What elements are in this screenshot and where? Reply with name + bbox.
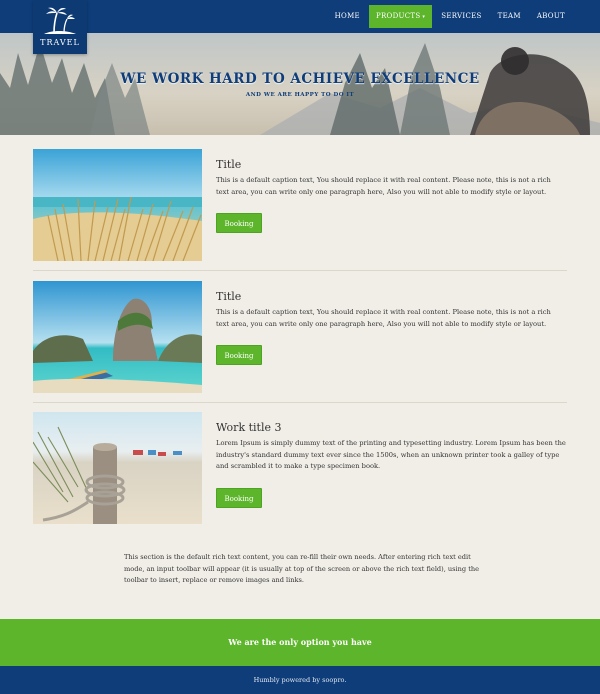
card-2: Title This is a default caption text, Yo… bbox=[33, 281, 567, 393]
hero-banner: WE WORK HARD TO ACHIEVE EXCELLENCE AND W… bbox=[0, 33, 600, 135]
logo-text: TRAVEL bbox=[40, 38, 80, 47]
main-nav: HOME PRODUCTS ▾ SERVICES TEAM ABOUT bbox=[326, 5, 572, 28]
footer-text: Humbly powered by soopro. bbox=[253, 676, 347, 684]
brand-logo[interactable]: TRAVEL bbox=[33, 0, 87, 54]
footer: Humbly powered by soopro. bbox=[0, 666, 600, 694]
card-title: Work title 3 bbox=[216, 421, 282, 434]
nav-item-services[interactable]: SERVICES bbox=[434, 5, 488, 28]
card-description: This is a default caption text, You shou… bbox=[216, 308, 551, 328]
card-title: Title bbox=[216, 290, 242, 303]
chevron-down-icon: ▾ bbox=[422, 14, 426, 20]
palm-tree-island-icon bbox=[44, 7, 76, 34]
divider bbox=[33, 402, 567, 403]
nav-item-products[interactable]: PRODUCTS ▾ bbox=[368, 5, 433, 28]
rich-text-section: This section is the default rich text co… bbox=[124, 553, 480, 585]
tropical-lagoon-photo bbox=[33, 281, 202, 393]
nav-item-about[interactable]: ABOUT bbox=[530, 5, 572, 28]
tagline-band: We are the only option you have bbox=[0, 619, 600, 666]
nav-item-home[interactable]: HOME bbox=[328, 5, 367, 28]
nav-item-team[interactable]: TEAM bbox=[491, 5, 528, 28]
hero-title: WE WORK HARD TO ACHIEVE EXCELLENCE bbox=[120, 71, 480, 87]
card-1: Title This is a default caption text, Yo… bbox=[33, 149, 567, 261]
nav-item-services-label: SERVICES bbox=[441, 12, 482, 20]
booking-button[interactable]: Booking bbox=[216, 488, 262, 508]
card-3: Work title 3 Lorem Ipsum is simply dummy… bbox=[33, 412, 567, 524]
nav-item-about-label: ABOUT bbox=[536, 12, 565, 20]
divider bbox=[33, 270, 567, 271]
nav-item-team-label: TEAM bbox=[497, 12, 521, 20]
nav-item-products-label: PRODUCTS bbox=[375, 12, 421, 20]
hero-subtitle: AND WE ARE HAPPY TO DO IT bbox=[245, 92, 355, 98]
card-description: This is a default caption text, You shou… bbox=[216, 176, 551, 196]
booking-button[interactable]: Booking bbox=[216, 213, 262, 233]
top-navbar: HOME PRODUCTS ▾ SERVICES TEAM ABOUT bbox=[0, 0, 600, 33]
nav-item-home-label: HOME bbox=[334, 12, 360, 20]
card-title: Title bbox=[216, 158, 242, 171]
rope-post-beach-photo bbox=[33, 412, 202, 524]
card-description: Lorem Ipsum is simply dummy text of the … bbox=[216, 439, 566, 471]
beach-dunes-photo bbox=[33, 149, 202, 261]
tagline-text: We are the only option you have bbox=[228, 637, 372, 647]
booking-button[interactable]: Booking bbox=[216, 345, 262, 365]
